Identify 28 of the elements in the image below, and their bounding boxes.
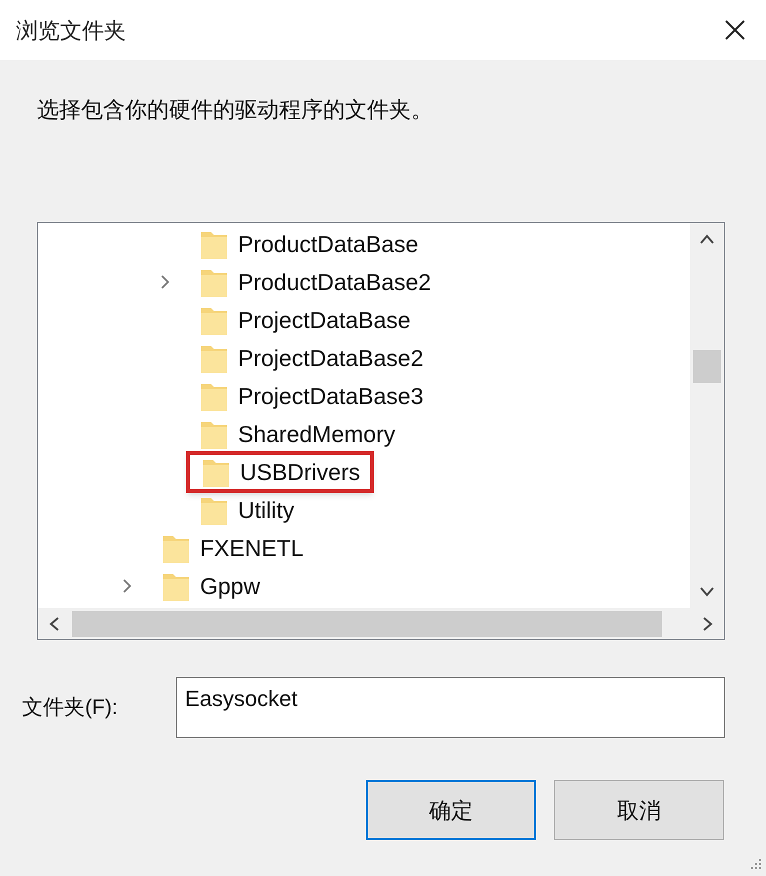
- folder-item[interactable]: Utility: [200, 491, 294, 529]
- folder-item[interactable]: FXENETL: [162, 529, 304, 567]
- folder-label: 文件夹(F):: [22, 694, 119, 721]
- expand-chevron-icon[interactable]: [160, 274, 170, 290]
- scrollbar-thumb[interactable]: [693, 350, 721, 383]
- scrollbar-thumb[interactable]: [72, 611, 662, 637]
- folder-item[interactable]: ProjectDataBase: [200, 301, 411, 339]
- scroll-up-icon[interactable]: [699, 233, 715, 245]
- vertical-scrollbar[interactable]: [690, 223, 724, 608]
- folder-item[interactable]: Gppw: [162, 567, 260, 605]
- dialog-button[interactable]: 取消: [554, 780, 724, 840]
- folder-field[interactable]: Easysocket: [176, 677, 725, 738]
- expand-chevron-icon[interactable]: [122, 578, 132, 594]
- folder-item[interactable]: ProjectDataBase2: [200, 339, 424, 377]
- scroll-right-icon[interactable]: [702, 616, 714, 632]
- horizontal-scrollbar[interactable]: [38, 608, 724, 639]
- prompt-text: 选择包含你的硬件的驱动程序的文件夹。: [37, 97, 433, 122]
- folder-item[interactable]: ProjectDataBase3: [200, 377, 424, 415]
- scroll-left-icon[interactable]: [48, 616, 60, 632]
- folder-item[interactable]: ProductDataBase: [200, 225, 418, 263]
- folder-item[interactable]: ProductDataBase2: [200, 263, 432, 301]
- folder-item[interactable]: SharedMemory: [200, 415, 396, 453]
- scroll-down-icon[interactable]: [699, 586, 715, 598]
- window-title: 浏览文件夹: [16, 16, 126, 44]
- close-icon[interactable]: [724, 19, 746, 41]
- dialog-button[interactable]: 确定: [366, 780, 536, 840]
- folder-item[interactable]: USBDrivers: [186, 451, 374, 493]
- resize-grip-icon[interactable]: [748, 858, 762, 872]
